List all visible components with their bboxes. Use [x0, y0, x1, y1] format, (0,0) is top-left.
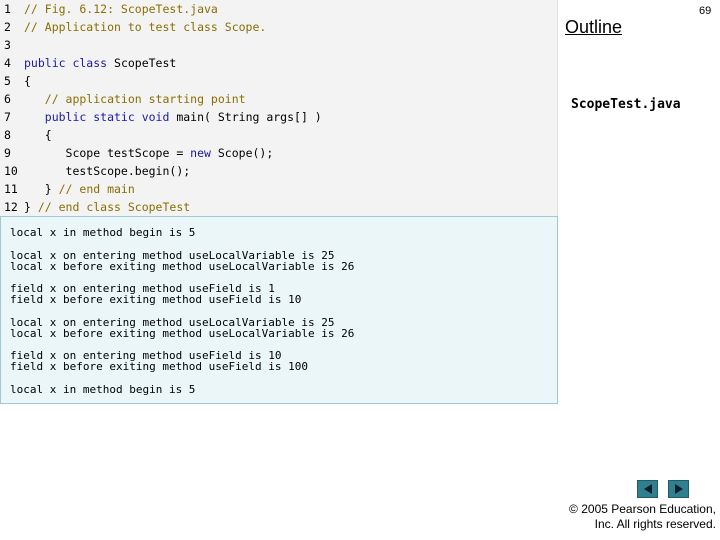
output-line: local x before exiting method useLocalVa…: [10, 259, 355, 273]
page-number: 69: [699, 5, 712, 17]
code-text: Scope testScope =: [24, 146, 191, 160]
code-text: ScopeTest: [114, 56, 177, 70]
code-line: 9 Scope testScope = new Scope();: [0, 144, 558, 162]
line-number: 7: [4, 110, 11, 124]
line-number: 9: [4, 146, 11, 160]
code-comment: // end class ScopeTest: [37, 200, 191, 214]
code-text: }: [24, 182, 59, 196]
output-line: field x before exiting method useField i…: [10, 360, 309, 373]
line-number: 6: [4, 92, 11, 106]
code-keyword: public static void: [24, 110, 177, 124]
code-line: 3: [0, 36, 558, 54]
output-line: local x in method begin is 5: [10, 226, 196, 239]
line-number: 10: [4, 164, 18, 178]
code-line: 1 // Fig. 6.12: ScopeTest.java: [0, 0, 558, 18]
line-number: 3: [4, 38, 11, 52]
code-line: 4 public class ScopeTest: [0, 54, 558, 72]
output-line: local x on entering method useLocalVaria…: [10, 315, 335, 329]
code-comment: // end main: [58, 182, 135, 196]
code-listing: 1 // Fig. 6.12: ScopeTest.java 2 // Applica…: [0, 0, 558, 216]
line-number: 1: [4, 2, 11, 16]
copyright-footer: © 2005 Pearson Education, Inc. All right…: [569, 502, 716, 532]
copyright-line-2: Inc. All rights reserved.: [594, 517, 716, 531]
code-comment: // application starting point: [24, 92, 246, 106]
line-number: 2: [4, 20, 11, 34]
output-line: local x in method begin is 5: [10, 382, 196, 396]
left-triangle-icon: [643, 484, 652, 494]
line-number: 12: [4, 200, 18, 214]
program-output: local x in method begin is 5 local x on e…: [0, 216, 558, 404]
previous-slide-button[interactable]: [637, 480, 658, 498]
file-label: ScopeTest.java: [571, 97, 681, 112]
code-line: 5{: [0, 72, 558, 90]
code-text: main( String args[] ): [176, 110, 322, 124]
output-line: field x before exiting method useField i…: [10, 293, 302, 306]
code-line: 7 public static void main( String args[]…: [0, 108, 558, 126]
code-line: 2 // Application to test class Scope.: [0, 18, 558, 36]
code-text: }: [24, 200, 38, 214]
line-number: 5: [4, 74, 11, 88]
code-text: {: [24, 74, 31, 88]
code-keyword: public class: [24, 56, 115, 70]
code-line: 12} // end class ScopeTest: [0, 198, 558, 216]
output-line: local x before exiting method useLocalVa…: [10, 326, 355, 340]
code-line: 6 // application starting point: [0, 90, 558, 108]
code-text: Scope();: [217, 146, 274, 160]
code-comment: // Fig. 6.12: ScopeTest.java: [24, 2, 218, 16]
code-keyword: new: [190, 146, 218, 160]
code-text: testScope.begin();: [24, 164, 191, 178]
next-slide-button[interactable]: [668, 480, 689, 498]
code-line: 11 } // end main: [0, 180, 558, 198]
line-number: 11: [4, 182, 18, 196]
right-triangle-icon: [674, 484, 683, 494]
code-comment: // Application to test class Scope.: [24, 20, 267, 34]
code-line: 10 testScope.begin();: [0, 162, 558, 180]
output-line: local x on entering method useLocalVaria…: [10, 248, 335, 262]
outline-title: Outline: [565, 17, 623, 37]
code-line: 8 {: [0, 126, 558, 144]
line-number: 8: [4, 128, 11, 142]
code-text: {: [24, 128, 52, 142]
copyright-line-1: © 2005 Pearson Education,: [569, 502, 716, 516]
line-number: 4: [4, 56, 11, 70]
